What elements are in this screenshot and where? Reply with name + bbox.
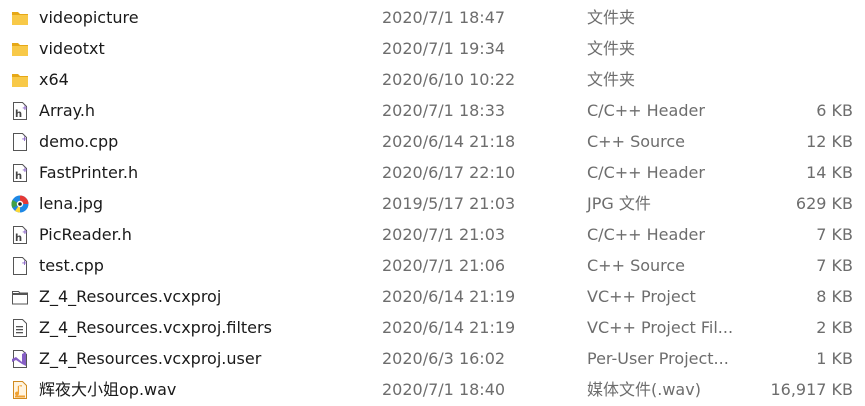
file-size: 7 KB [816,225,853,244]
file-type: VC++ Project [587,287,696,306]
audio-file-icon [11,380,29,400]
file-name: Z_4_Resources.vcxproj.filters [39,318,272,337]
file-type: C++ Source [587,132,686,151]
file-size: 16,917 KB [770,380,853,399]
file-date-modified: 2019/5/17 21:03 [382,194,516,213]
file-type: C/C++ Header [587,163,705,182]
file-row[interactable]: + test.cpp 2020/7/1 21:06 C++ Source 7 KB [0,250,865,281]
file-row[interactable]: + demo.cpp 2020/6/14 21:18 C++ Source 12 KB [0,126,865,157]
file-date-modified: 2020/6/10 10:22 [382,70,516,89]
file-row[interactable]: lena.jpg 2019/5/17 21:03 JPG 文件 629 KB [0,188,865,219]
file-name: videopicture [39,8,139,27]
file-date-modified: 2020/6/14 21:19 [382,318,516,337]
header-file-icon: h + [11,101,29,121]
file-size: 12 KB [806,132,853,151]
file-name: x64 [39,70,69,89]
file-type: C/C++ Header [587,101,705,120]
file-size: 14 KB [806,163,853,182]
file-date-modified: 2020/7/1 21:06 [382,256,506,275]
file-size: 6 KB [816,101,853,120]
file-name: demo.cpp [39,132,119,151]
file-date-modified: 2020/7/1 21:03 [382,225,506,244]
vcxproj-icon [11,287,29,307]
file-row[interactable]: Z_4_Resources.vcxproj.user 2020/6/3 16:02… [0,343,865,374]
file-type: 文件夹 [587,70,636,89]
folder-icon [11,8,29,28]
file-row[interactable]: 辉夜大小姐op.wav 2020/7/1 18:40 媒体文件(.wav) 16,91… [0,374,865,405]
cpp-source-icon: + [11,256,29,276]
file-row[interactable]: h + PicReader.h 2020/7/1 21:03 C/C++ Heade… [0,219,865,250]
file-type: VC++ Project Fil... [587,318,734,337]
svg-text:+: + [22,259,28,267]
file-row[interactable]: videopicture 2020/7/1 18:47 文件夹 [0,2,865,33]
file-size: 2 KB [816,318,853,337]
file-row[interactable]: x64 2020/6/10 10:22 文件夹 [0,64,865,95]
file-date-modified: 2020/6/17 22:10 [382,163,516,182]
file-type: C/C++ Header [587,225,705,244]
file-row[interactable]: videotxt 2020/7/1 19:34 文件夹 [0,33,865,64]
header-file-icon: h + [11,225,29,245]
file-name: Array.h [39,101,96,120]
svg-text:+: + [22,166,28,174]
file-date-modified: 2020/6/3 16:02 [382,349,506,368]
filters-file-icon [11,318,29,338]
file-date-modified: 2020/7/1 19:34 [382,39,506,58]
file-name: FastPrinter.h [39,163,139,182]
file-date-modified: 2020/7/1 18:33 [382,101,506,120]
file-row[interactable]: Z_4_Resources.vcxproj 2020/6/14 21:19 VC++… [0,281,865,312]
file-name: Z_4_Resources.vcxproj.user [39,349,262,368]
folder-icon [11,70,29,90]
file-size: 7 KB [816,256,853,275]
file-size: 1 KB [816,349,853,368]
folder-icon [11,39,29,59]
file-size: 8 KB [816,287,853,306]
cpp-source-icon: + [11,132,29,152]
header-file-icon: h + [11,163,29,183]
file-type: Per-User Project... [587,349,729,368]
file-name: Z_4_Resources.vcxproj [39,287,222,306]
image-viewer-icon [11,194,29,214]
file-name: lena.jpg [39,194,104,213]
svg-text:+: + [22,135,28,143]
file-name: test.cpp [39,256,104,275]
file-type: 文件夹 [587,8,636,27]
file-date-modified: 2020/7/1 18:47 [382,8,506,27]
file-name: videotxt [39,39,105,58]
file-row[interactable]: h + FastPrinter.h 2020/6/17 22:10 C/C++ He… [0,157,865,188]
file-size: 629 KB [795,194,853,213]
file-row[interactable]: h + Array.h 2020/7/1 18:33 C/C++ Header 6 K… [0,95,865,126]
file-date-modified: 2020/6/14 21:19 [382,287,516,306]
file-date-modified: 2020/6/14 21:18 [382,132,516,151]
file-date-modified: 2020/7/1 18:40 [382,380,506,399]
visual-studio-icon [11,349,29,369]
file-name: PicReader.h [39,225,132,244]
file-list: videopicture 2020/7/1 18:47 文件夹 videotxt 20… [0,0,865,406]
svg-text:+: + [22,228,28,236]
file-type: C++ Source [587,256,686,275]
file-type: 文件夹 [587,39,636,58]
file-name: 辉夜大小姐op.wav [39,380,177,399]
svg-text:+: + [22,104,28,112]
file-row[interactable]: Z_4_Resources.vcxproj.filters 2020/6/14 2… [0,312,865,343]
file-type: 媒体文件(.wav) [587,380,701,399]
file-type: JPG 文件 [587,194,651,213]
